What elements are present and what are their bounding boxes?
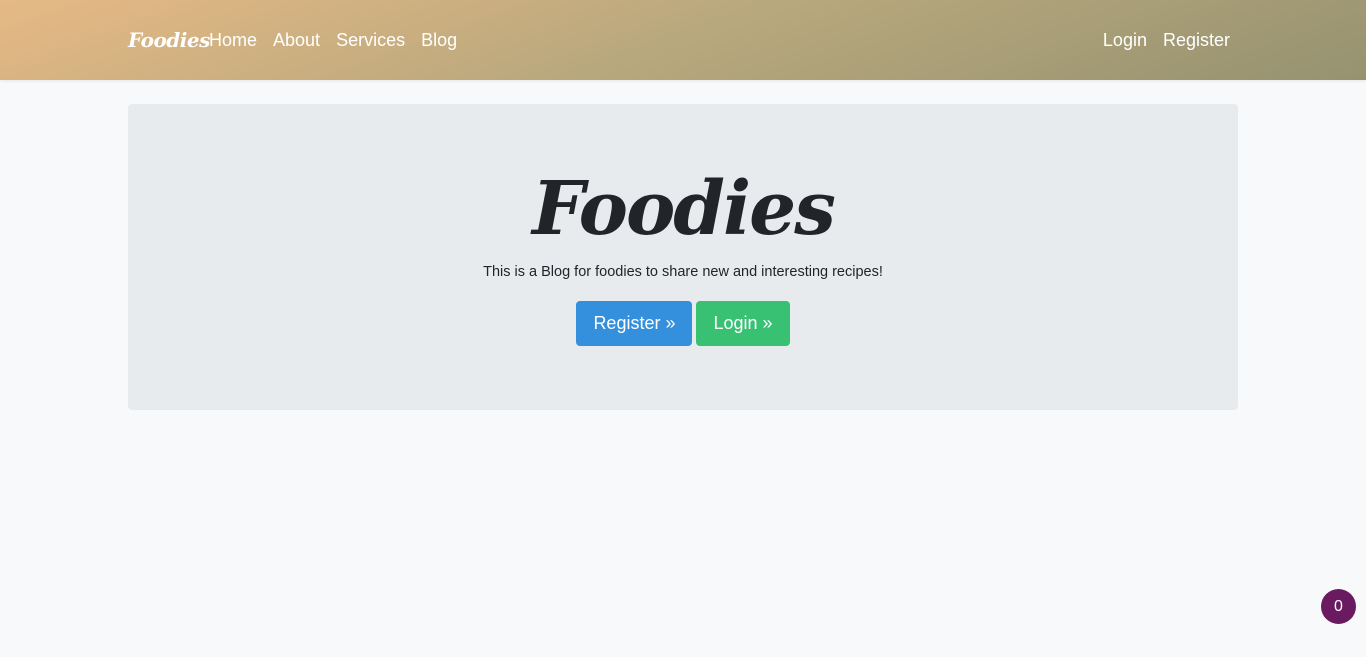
hero-title: Foodies (532, 166, 836, 252)
nav-link-about[interactable]: About (273, 26, 320, 54)
nav-link-services[interactable]: Services (336, 26, 405, 54)
hero-subtitle: This is a Blog for foodies to share new … (483, 264, 883, 280)
floating-counter-badge[interactable]: 0 (1321, 589, 1356, 624)
hero-jumbotron: Foodies This is a Blog for foodies to sh… (128, 104, 1238, 410)
top-navbar: Foodies Home About Services Blog Login R… (0, 0, 1366, 80)
hero-button-group: Register » Login » (128, 301, 1238, 346)
auth-nav: Login Register (1103, 26, 1230, 54)
brand-logo[interactable]: Foodies (128, 25, 210, 55)
primary-nav: Home About Services Blog (209, 26, 457, 54)
nav-link-home[interactable]: Home (209, 26, 257, 54)
nav-link-blog[interactable]: Blog (421, 26, 457, 54)
login-button[interactable]: Login » (696, 301, 790, 346)
nav-link-register[interactable]: Register (1163, 26, 1230, 54)
nav-link-login[interactable]: Login (1103, 26, 1147, 54)
register-button[interactable]: Register » (576, 301, 693, 346)
